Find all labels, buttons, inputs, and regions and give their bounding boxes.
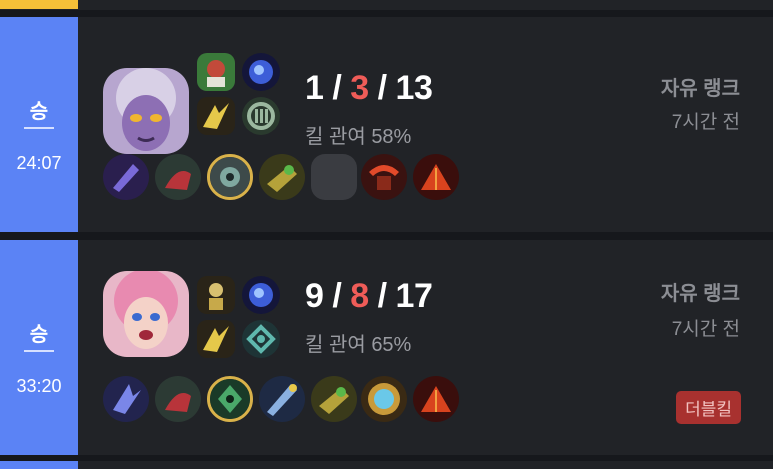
- match-result-bar: 승 24:07: [0, 17, 78, 232]
- item-icon[interactable]: [413, 154, 459, 200]
- item-icon[interactable]: [155, 376, 201, 422]
- next-match-result-bar: [0, 461, 78, 469]
- summoner-spell-icon[interactable]: [197, 276, 235, 314]
- previous-match-bottom: [0, 0, 773, 10]
- kda-kills: 9: [305, 277, 324, 315]
- result-divider: [24, 127, 54, 129]
- time-ago: 7시간 전: [671, 112, 740, 133]
- match-card[interactable]: 승 24:07 1 / 3 / 13 킬 관여 58% 자유 랭크 7시간 전: [0, 17, 773, 232]
- time-ago: 7시간 전: [671, 319, 740, 340]
- queue-type: 자유 랭크: [660, 78, 740, 100]
- rune-icon[interactable]: [242, 320, 280, 358]
- summoner-spell-icon[interactable]: [242, 53, 280, 91]
- item-icon[interactable]: [259, 376, 305, 422]
- result-divider: [24, 350, 54, 352]
- kda-deaths: 3: [350, 69, 369, 107]
- kda-score: 1 / 3 / 13: [305, 69, 433, 107]
- match-result-bar: 승 33:20: [0, 240, 78, 455]
- rune-icon[interactable]: [242, 97, 280, 135]
- kda-deaths: 8: [350, 277, 369, 315]
- match-duration: 33:20: [16, 376, 62, 396]
- item-icon[interactable]: [413, 376, 459, 422]
- match-result-label: 승: [29, 101, 49, 123]
- kill-participation: 킬 관여 58%: [305, 126, 412, 148]
- item-icon[interactable]: [361, 376, 407, 422]
- summoner-spell-icon[interactable]: [197, 53, 235, 91]
- item-icon[interactable]: [155, 154, 201, 200]
- previous-match-result-bar: [0, 0, 78, 9]
- rune-icon[interactable]: [197, 97, 235, 135]
- ward-icon[interactable]: [207, 376, 253, 422]
- kda-score: 9 / 8 / 17: [305, 277, 433, 315]
- item-icon[interactable]: [361, 154, 407, 200]
- queue-type: 자유 랭크: [660, 283, 740, 305]
- kda-kills: 1: [305, 69, 324, 107]
- item-icon[interactable]: [103, 154, 149, 200]
- summoner-spell-icon[interactable]: [242, 276, 280, 314]
- rune-icon[interactable]: [197, 320, 235, 358]
- champion-portrait[interactable]: [103, 271, 189, 357]
- kill-participation: 킬 관여 65%: [305, 334, 412, 356]
- empty-item-slot: [311, 154, 357, 200]
- match-result-label: 승: [29, 324, 49, 346]
- item-icon[interactable]: [259, 154, 305, 200]
- next-match-top: [0, 461, 773, 469]
- item-icon[interactable]: [103, 376, 149, 422]
- match-card[interactable]: 승 33:20 9 / 8 / 17 킬 관여 65% 자유 랭크 7시간 전: [0, 240, 773, 455]
- kda-assists: 13: [395, 69, 433, 107]
- kda-assists: 17: [395, 277, 433, 315]
- champion-portrait[interactable]: [103, 68, 189, 154]
- item-icon[interactable]: [311, 376, 357, 422]
- match-duration: 24:07: [16, 153, 62, 173]
- multikill-badge: 더블킬: [676, 391, 741, 424]
- ward-icon[interactable]: [207, 154, 253, 200]
